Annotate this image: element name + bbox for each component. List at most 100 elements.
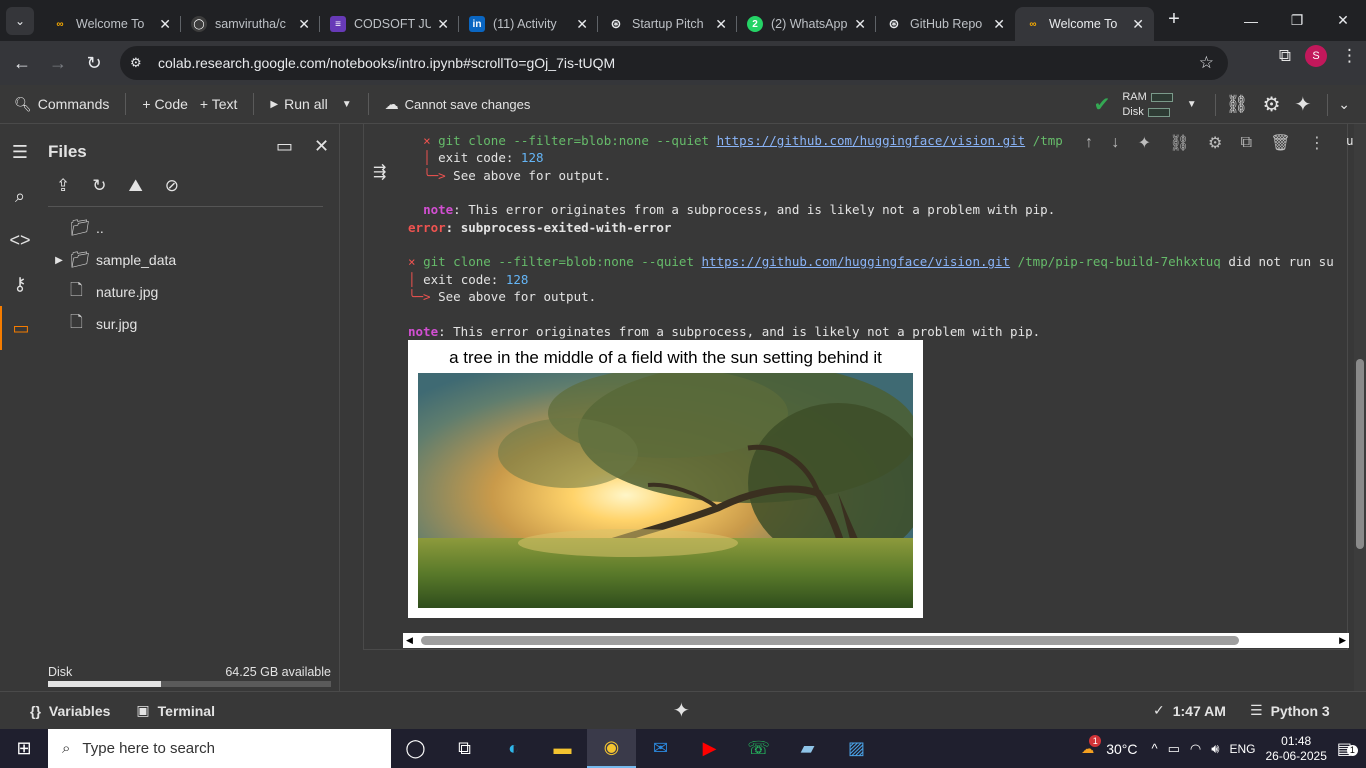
gemini-icon[interactable]: ✦ [673, 698, 690, 723]
tab-colab-active[interactable]: ∞ Welcome To ✕ [1015, 7, 1154, 41]
variables-button[interactable]: {} Variables [30, 703, 110, 719]
volume-icon[interactable]: 🔊︎ [1211, 741, 1219, 757]
files-folder-icon[interactable]: ▭ [0, 306, 40, 350]
close-tab-icon[interactable]: ✕ [715, 16, 727, 33]
find-icon[interactable]: ⌕ [0, 174, 40, 218]
toc-icon[interactable]: ☰ [0, 130, 40, 174]
mail-icon[interactable]: ✉ [636, 729, 685, 768]
mirror-cell-icon[interactable]: ⧉ [1241, 134, 1252, 152]
forward-icon[interactable]: → [40, 45, 76, 81]
mount-drive-icon[interactable]: ⛰ [129, 176, 143, 196]
site-info-icon[interactable]: ⚙ [130, 55, 152, 71]
execution-time[interactable]: ✓ 1:47 AM [1153, 702, 1226, 719]
add-code-button[interactable]: + Code [136, 96, 194, 112]
hide-files-icon[interactable]: ⊘ [165, 176, 179, 196]
new-tab-button[interactable]: + [1160, 5, 1188, 33]
close-tab-icon[interactable]: ✕ [159, 16, 171, 33]
upload-file-icon[interactable]: ⇪ [56, 176, 70, 196]
whatsapp-icon[interactable]: ☏ [734, 729, 783, 768]
edge-icon[interactable]: ◐ [489, 729, 538, 768]
close-tab-icon[interactable]: ✕ [854, 16, 866, 33]
reload-icon[interactable]: ↻ [76, 45, 112, 81]
ram-disk-indicator[interactable]: RAM Disk [1122, 90, 1173, 120]
close-tab-icon[interactable]: ✕ [437, 16, 449, 33]
link-icon[interactable]: ⛓ [1226, 94, 1249, 115]
tab-whatsapp[interactable]: 2 (2) WhatsApp ✕ [737, 7, 876, 41]
chevron-down-icon[interactable]: ▼ [1187, 99, 1197, 110]
close-window-icon[interactable]: ✕ [1320, 0, 1366, 41]
url-bar[interactable]: ⚙ colab.research.google.com/notebooks/in… [120, 46, 1228, 80]
scroll-left-icon[interactable]: ◀ [406, 635, 413, 646]
gear-icon[interactable]: ⚙ [1263, 92, 1281, 117]
tree-item-nature[interactable]: 🗋 nature.jpg [48, 276, 328, 308]
weather-icon[interactable]: ☁ 1 [1081, 734, 1102, 757]
code-snippets-icon[interactable]: <> [0, 218, 40, 262]
file-explorer-icon[interactable]: ▬ [538, 729, 587, 768]
commands-button[interactable]: 🔍︎ Commands [8, 96, 115, 113]
browser-menu-icon[interactable]: ⋮ [1341, 46, 1358, 66]
expand-caret-icon[interactable]: ▶ [48, 255, 70, 266]
gemini-icon[interactable]: ✦ [1138, 133, 1151, 153]
more-options-icon[interactable]: ⋮ [1309, 133, 1325, 153]
minimize-icon[interactable]: — [1228, 0, 1274, 41]
task-view-icon[interactable]: ⧉ [440, 729, 489, 768]
tree-item-sample-data[interactable]: ▶ 📁︎ sample_data [48, 244, 328, 276]
tree-item-sur[interactable]: 🗋 sur.jpg [48, 308, 328, 340]
restore-icon[interactable]: ❐ [1274, 0, 1320, 41]
language-indicator[interactable]: ENG [1229, 742, 1255, 756]
profile-avatar[interactable]: S [1305, 45, 1327, 67]
scroll-right-icon[interactable]: ▶ [1339, 635, 1346, 646]
temperature[interactable]: 30°C [1106, 741, 1137, 757]
tab-startup-pitch[interactable]: ⊛ Startup Pitch ✕ [598, 7, 737, 41]
add-text-button[interactable]: + Text [194, 96, 244, 112]
chevron-up-icon[interactable]: ^ [1152, 741, 1158, 756]
tab-colab-1[interactable]: ∞ Welcome To ✕ [42, 7, 181, 41]
runtime-indicator[interactable]: ☰ Python 3 [1250, 702, 1330, 719]
link-icon[interactable]: ⛓ [1169, 133, 1189, 153]
extensions-icon[interactable]: ⧉ [1279, 46, 1291, 66]
gemini-icon[interactable]: ✦ [1295, 92, 1312, 117]
close-tab-icon[interactable]: ✕ [298, 16, 310, 33]
tab-linkedin[interactable]: in (11) Activity ✕ [459, 7, 598, 41]
tab-search-button[interactable]: ⌄ [6, 6, 34, 35]
delete-icon[interactable]: 🗑︎ [1270, 133, 1290, 153]
close-icon[interactable]: ✕ [314, 136, 329, 157]
chevron-down-icon[interactable]: ▼ [342, 99, 352, 110]
cortana-icon[interactable]: ◯ [391, 729, 440, 768]
bookmark-star-icon[interactable]: ☆ [1199, 53, 1214, 73]
taskbar-search[interactable]: ⌕ Type here to search [48, 729, 391, 768]
tab-forms[interactable]: ≡ CODSOFT JU ✕ [320, 7, 459, 41]
notification-icon[interactable]: ▤ 1 [1337, 739, 1358, 759]
close-tab-icon[interactable]: ✕ [576, 16, 588, 33]
youtube-icon[interactable]: ▶ [685, 729, 734, 768]
output-menu-icon[interactable]: ⇶ [373, 162, 386, 182]
tab-github[interactable]: ◯ samvirutha/c ✕ [181, 7, 320, 41]
vertical-scrollbar[interactable] [1354, 124, 1366, 691]
close-tab-icon[interactable]: ✕ [1132, 16, 1144, 33]
battery-icon[interactable]: ▭ [1168, 741, 1180, 757]
windows-start-icon[interactable]: ⊞ [0, 738, 48, 759]
horizontal-scrollbar[interactable]: ◀ ▶ [403, 633, 1349, 648]
open-in-tab-icon[interactable]: ▭ [276, 136, 293, 157]
move-down-icon[interactable]: ↓ [1111, 134, 1119, 152]
tree-item-parent[interactable]: 📁︎ .. [48, 212, 328, 244]
secrets-key-icon[interactable]: ⚷ [0, 262, 40, 306]
clock[interactable]: 01:48 26-06-2025 [1265, 734, 1326, 764]
tab-github-repo[interactable]: ⊛ GitHub Repo ✕ [876, 7, 1015, 41]
collapse-header-icon[interactable]: ⌄ [1338, 96, 1350, 113]
back-icon[interactable]: ← [4, 45, 40, 81]
wifi-icon[interactable]: ◠ [1190, 741, 1201, 757]
close-tab-icon[interactable]: ✕ [993, 16, 1005, 33]
gear-icon[interactable]: ⚙ [1208, 133, 1222, 153]
github-icon: ◯ [191, 16, 207, 32]
run-all-button[interactable]: ▶ Run all ▼ [264, 96, 357, 112]
terminal-button[interactable]: ▣ Terminal [136, 702, 215, 719]
scrollbar-thumb[interactable] [421, 636, 1239, 645]
chrome-icon[interactable]: ◉ [587, 729, 636, 768]
scrollbar-thumb[interactable] [1356, 359, 1364, 549]
photos-icon[interactable]: ▨ [832, 729, 881, 768]
cannot-save-indicator[interactable]: ☁ Cannot save changes [379, 96, 537, 113]
move-up-icon[interactable]: ↑ [1085, 134, 1093, 152]
refresh-icon[interactable]: ↻ [92, 176, 106, 196]
app-icon[interactable]: ▰ [783, 729, 832, 768]
